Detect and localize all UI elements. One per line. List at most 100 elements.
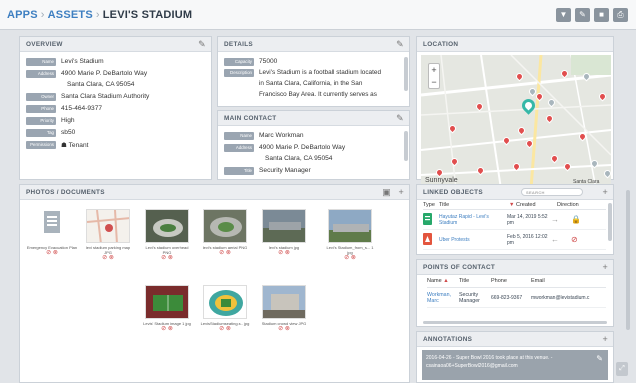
document-tile[interactable]: Levi's stadium overhead PNG ⊘ ⊗ xyxy=(141,209,193,261)
document-thumbnail xyxy=(203,209,247,243)
document-actions[interactable]: ⊘ ⊗ xyxy=(324,255,376,261)
breadcrumb-apps-link[interactable]: Apps xyxy=(7,9,38,21)
table-row[interactable]: Workman, Marc Security Manager 669-823-9… xyxy=(427,288,606,308)
sort-down-icon: ▼ xyxy=(509,201,515,208)
breadcrumb-assets-link[interactable]: Assets xyxy=(48,9,93,21)
overview-field-owner: Owner Santa Clara Stadium Authority xyxy=(26,91,211,102)
sort-up-icon: ▲ xyxy=(443,278,449,284)
document-actions[interactable]: ⊘ ⊗ xyxy=(258,326,310,332)
created-header-text: Created xyxy=(515,201,536,208)
document-name: levi stadium parking map JPG xyxy=(85,245,131,255)
document-tile[interactable]: levi's stadium aerial PNG ⊘ ⊗ xyxy=(199,209,251,256)
document-actions[interactable]: ⊘ ⊗ xyxy=(141,326,193,332)
filter-icon[interactable]: ▼ xyxy=(556,8,571,22)
breadcrumb-separator: › xyxy=(40,9,45,21)
contact-name-row: Name Marc Workman xyxy=(224,130,409,141)
document-tile[interactable]: Emergency Evacuation Plan ⊘ ⊗ xyxy=(26,209,78,256)
details-scrollbar[interactable] xyxy=(404,57,408,91)
overview-field-address: Address 4900 Marie P. DeBartolo Way xyxy=(26,68,211,79)
contact-title-row: Title Security Manager xyxy=(224,165,409,176)
linked-objects-panel: Linked objects Search + Type Title ▼ Cre… xyxy=(416,184,614,255)
document-actions[interactable]: ⊘ ⊗ xyxy=(199,250,251,256)
overview-address-line2: Santa Clara, CA 95054 xyxy=(67,81,135,88)
bookmark-icon[interactable]: ■ xyxy=(594,8,609,22)
col-type[interactable]: Type xyxy=(423,202,439,208)
details-title: Details xyxy=(224,41,253,48)
field-value: 75000 xyxy=(259,58,278,65)
linked-title-link[interactable]: Hayutaz Rapid - Levi's Stadium xyxy=(439,214,495,226)
main-contact-header: Main contact ✎ xyxy=(218,111,409,126)
description-line: Francisco Bay Area. It currently serves … xyxy=(259,91,377,98)
document-tile[interactable]: LevisStadiumseating.s.. jpg ⊘ ⊗ xyxy=(199,285,251,332)
col-name[interactable]: Name ▲ xyxy=(427,278,459,284)
zoom-out-button[interactable]: − xyxy=(429,76,439,88)
document-tile[interactable]: Levis' Stadium image 1 jpg ⊘ ⊗ xyxy=(141,285,193,332)
contact-address-row: Address 4900 Marie P. DeBartolo Way xyxy=(224,142,409,153)
field-value: 4900 Marie P. DeBartolo Way xyxy=(61,70,148,77)
annotation-item[interactable]: 2016-04-26 - Super Bowl 2016 took place … xyxy=(422,350,608,380)
document-tile[interactable]: Levi's Stadium_from_s... 1 jpg ⊘ ⊗ xyxy=(324,209,376,261)
field-label: Title xyxy=(224,166,254,175)
document-actions[interactable]: ⊘ ⊗ xyxy=(258,250,310,256)
contact-name-link[interactable]: Workman, Marc xyxy=(427,292,459,304)
crowd-photo xyxy=(263,286,305,318)
edit-icon[interactable]: ✎ xyxy=(198,39,206,50)
col-direction[interactable]: Direction xyxy=(557,202,579,208)
annotations-panel: Annotations + 2016-04-26 - Super Bowl 201… xyxy=(416,331,614,383)
add-icon[interactable]: + xyxy=(602,187,608,197)
field-value: Santa Clara Stadium Authority xyxy=(61,93,150,100)
table-row[interactable]: Hayutaz Rapid - Levi's Stadium Mar 14, 2… xyxy=(423,210,606,230)
col-title[interactable]: Title xyxy=(459,278,491,284)
col-email[interactable]: Email xyxy=(531,278,545,284)
contact-email: mworkman@levistadium.c xyxy=(531,294,590,301)
document-thumbnail xyxy=(203,285,247,319)
expand-icon[interactable]: ⤢ xyxy=(616,362,628,376)
document-tile[interactable]: levi stadium parking map JPG ⊘ ⊗ xyxy=(82,209,134,261)
poc-table-header: Name ▲ Title Phone Email xyxy=(427,275,606,288)
edit-icon[interactable]: ✎ xyxy=(396,39,404,50)
document-actions[interactable]: ⊘ ⊗ xyxy=(82,255,134,261)
edit-icon[interactable]: ✎ xyxy=(575,8,590,22)
stadium-photo xyxy=(263,210,305,242)
zoom-in-button[interactable]: + xyxy=(429,64,439,76)
document-actions[interactable]: ⊘ ⊗ xyxy=(26,250,78,256)
direction-arrow: ← xyxy=(551,235,559,244)
type-icon xyxy=(423,232,439,247)
linked-search-input[interactable]: Search xyxy=(521,188,583,196)
header-toolbar: ▼ ✎ ■ ⎙ xyxy=(556,8,628,22)
document-tile[interactable]: Stadium crowd view JPG ⊘ ⊗ xyxy=(258,285,310,332)
add-icon[interactable]: + xyxy=(602,262,608,272)
edit-icon[interactable]: ✎ xyxy=(396,113,404,124)
map-zoom-control[interactable]: + − xyxy=(428,63,440,89)
main-contact-scrollbar[interactable] xyxy=(404,131,408,161)
field-label: Address xyxy=(26,69,56,78)
location-map[interactable]: + − Sunnyvale Santa Clara xyxy=(421,55,611,189)
field-value: sb50 xyxy=(61,129,76,136)
add-icon[interactable]: + xyxy=(398,187,404,197)
seating-chart-image xyxy=(204,286,246,318)
field-label: Name xyxy=(224,131,254,140)
linked-objects-header: Linked objects Search + xyxy=(417,185,613,200)
col-title[interactable]: Title xyxy=(439,202,509,208)
poc-header: Points of contact + xyxy=(417,260,613,275)
col-created[interactable]: ▼ Created xyxy=(509,202,557,208)
unlink-icon[interactable]: ⊘ xyxy=(571,235,578,244)
page-scrollbar[interactable] xyxy=(626,190,630,330)
linked-scrollbar[interactable] xyxy=(608,203,612,241)
print-icon[interactable]: ⎙ xyxy=(613,8,628,22)
file-icon xyxy=(44,211,60,233)
table-row[interactable]: Uber Protests Feb 5, 2016 12:02 pm ← ⊘ xyxy=(423,230,606,250)
edit-annotation-icon[interactable]: ✎ xyxy=(596,355,603,363)
lock-icon[interactable]: 🔒 xyxy=(571,215,581,224)
add-icon[interactable]: + xyxy=(602,334,608,344)
linked-title-link[interactable]: Uber Protests xyxy=(439,237,495,243)
poc-scrollbar[interactable] xyxy=(423,321,607,324)
document-actions[interactable]: ⊘ ⊗ xyxy=(199,326,251,332)
col-phone[interactable]: Phone xyxy=(491,278,531,284)
image-icon[interactable]: ▣ xyxy=(382,187,391,198)
document-actions[interactable]: ⊘ ⊗ xyxy=(141,255,193,261)
document-tile[interactable]: levi's stadium jpg ⊘ ⊗ xyxy=(258,209,310,256)
overview-title: Overview xyxy=(26,41,63,48)
field-label: Capacity xyxy=(224,57,254,66)
field-label: Owner xyxy=(26,92,56,101)
